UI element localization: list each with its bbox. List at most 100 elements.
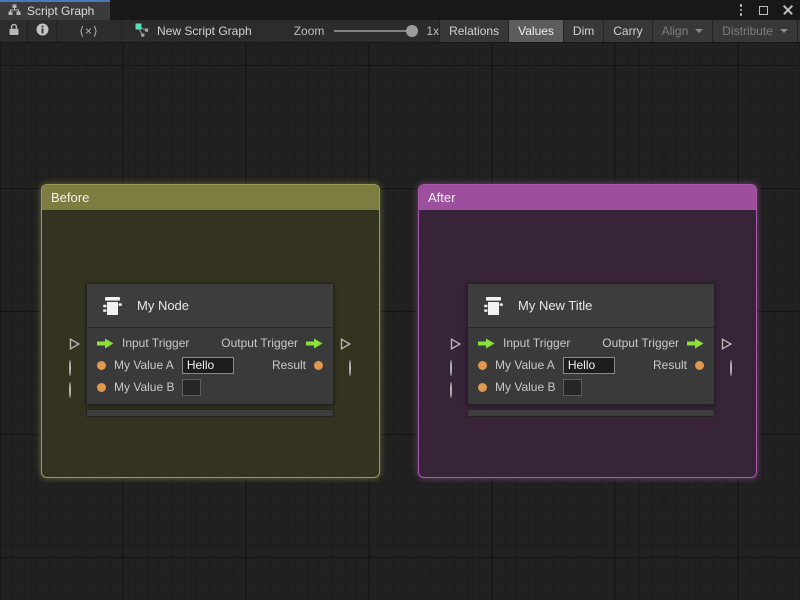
output-port[interactable]: Result (272, 358, 323, 372)
toolbar-toggle-group: Relations Values Dim Carry Align Distrib… (439, 20, 800, 42)
graph-toolbar: ⟨×⟩ New Script Graph Zoom 1x Relations V… (0, 20, 800, 43)
port-label: Input Trigger (503, 336, 571, 350)
group-after-header[interactable]: After (419, 185, 756, 210)
node-footer[interactable] (86, 409, 334, 417)
group-title: Before (51, 190, 90, 205)
port-row: My Value A Result (468, 354, 714, 376)
chevron-down-icon (695, 29, 704, 33)
port-row: My Value A Result (87, 354, 333, 376)
port-row: My Value B (468, 376, 714, 398)
tab-script-graph[interactable]: Script Graph (0, 0, 111, 20)
orange-dot-icon (97, 360, 106, 370)
external-data-port-left[interactable] (69, 382, 71, 398)
node-main[interactable]: My New Title Input Trigger Output Trigger… (467, 283, 715, 405)
input-port[interactable]: Input Trigger (478, 336, 570, 350)
port-label: My Value A (114, 358, 174, 372)
zoom-slider[interactable] (334, 20, 419, 42)
port-value-input[interactable] (563, 378, 583, 396)
external-data-port-right[interactable] (730, 360, 732, 376)
port-value-input[interactable] (562, 356, 615, 374)
relations-button[interactable]: Relations (439, 20, 509, 42)
dim-button[interactable]: Dim (562, 20, 604, 42)
port-label: My Value B (495, 380, 556, 394)
hollow-triangle-icon (450, 337, 462, 351)
hierarchy-graph-icon (8, 4, 21, 19)
chevron-down-icon (779, 29, 788, 33)
node-main[interactable]: My Node Input Trigger Output Trigger My V… (86, 283, 334, 405)
zoom-slider-handle[interactable] (406, 25, 419, 37)
code-brackets-icon: ⟨×⟩ (79, 24, 99, 38)
external-flow-port-right[interactable] (340, 337, 352, 353)
external-flow-port-left[interactable] (69, 337, 81, 353)
external-data-port-right[interactable] (349, 360, 351, 376)
orange-dot-icon (314, 360, 323, 370)
port-label: Output Trigger (602, 336, 679, 350)
code-view-button[interactable]: ⟨×⟩ (57, 20, 121, 42)
hollow-circle-icon (730, 360, 732, 376)
distribute-dropdown[interactable]: Distribute (712, 20, 797, 42)
unit-node-icon (103, 296, 122, 315)
input-port[interactable]: My Value A (478, 356, 615, 374)
external-flow-port-right[interactable] (721, 337, 733, 353)
hollow-circle-icon (450, 360, 452, 376)
zoom-value: 1x (426, 24, 440, 38)
orange-dot-icon (478, 382, 487, 392)
orange-dot-icon (695, 360, 704, 370)
script-graph-icon (135, 23, 150, 40)
maximize-icon[interactable] (759, 5, 768, 15)
external-flow-port-left[interactable] (450, 337, 462, 353)
tab-title: Script Graph (27, 4, 95, 18)
green-arrow-icon (97, 338, 114, 348)
group-before-header[interactable]: Before (42, 185, 379, 210)
port-label: Input Trigger (122, 336, 190, 350)
graph-canvas[interactable]: Before After My Node Input Trigger Output… (0, 43, 800, 600)
lock-button[interactable] (0, 20, 27, 42)
port-label: Output Trigger (221, 336, 298, 350)
node-footer[interactable] (467, 409, 715, 417)
align-dropdown[interactable]: Align (651, 20, 713, 42)
values-button[interactable]: Values (508, 20, 563, 42)
node-my-new-title[interactable]: My New Title Input Trigger Output Trigger… (450, 283, 733, 417)
node-body: Input Trigger Output Trigger My Value A Re… (468, 328, 714, 404)
toolbar-separator (121, 20, 122, 42)
node-body: Input Trigger Output Trigger My Value A Re… (87, 328, 333, 404)
input-port[interactable]: My Value A (97, 356, 234, 374)
hollow-circle-icon (450, 382, 452, 398)
node-header[interactable]: My Node (87, 284, 333, 328)
port-row: My Value B (87, 376, 333, 398)
input-port[interactable]: Input Trigger (97, 336, 189, 350)
node-my-node[interactable]: My Node Input Trigger Output Trigger My V… (69, 283, 352, 417)
lock-icon (8, 23, 20, 39)
green-arrow-icon (478, 338, 495, 348)
port-value-input[interactable] (181, 356, 234, 374)
input-port[interactable]: My Value B (478, 378, 583, 396)
info-button[interactable] (28, 20, 56, 42)
green-arrow-icon (687, 338, 704, 348)
node-header[interactable]: My New Title (468, 284, 714, 328)
graph-reference[interactable]: New Script Graph (135, 20, 252, 42)
external-data-port-left[interactable] (69, 360, 71, 376)
carry-button[interactable]: Carry (603, 20, 652, 42)
info-icon (36, 23, 49, 39)
menu-kebab-icon[interactable] (738, 2, 745, 18)
external-data-port-left[interactable] (450, 360, 452, 376)
input-port[interactable]: My Value B (97, 378, 202, 396)
hollow-triangle-icon (340, 337, 352, 351)
port-value-input[interactable] (182, 378, 202, 396)
output-port[interactable]: Output Trigger (602, 336, 704, 350)
script-graph-window: Script Graph ⟨×⟩ New Script Graph Zoom 1… (0, 0, 800, 600)
output-port[interactable]: Result (653, 358, 704, 372)
node-title: My Node (137, 298, 190, 313)
port-label: My Value B (114, 380, 175, 394)
tab-bar: Script Graph (0, 0, 800, 20)
group-title: After (428, 190, 456, 205)
output-port[interactable]: Output Trigger (221, 336, 323, 350)
hollow-triangle-icon (721, 337, 733, 351)
external-data-port-left[interactable] (450, 382, 452, 398)
green-arrow-icon (306, 338, 323, 348)
port-row: Input Trigger Output Trigger (87, 332, 333, 354)
port-row: Input Trigger Output Trigger (468, 332, 714, 354)
orange-dot-icon (478, 360, 487, 370)
close-icon[interactable] (783, 5, 793, 15)
hollow-circle-icon (69, 360, 71, 376)
